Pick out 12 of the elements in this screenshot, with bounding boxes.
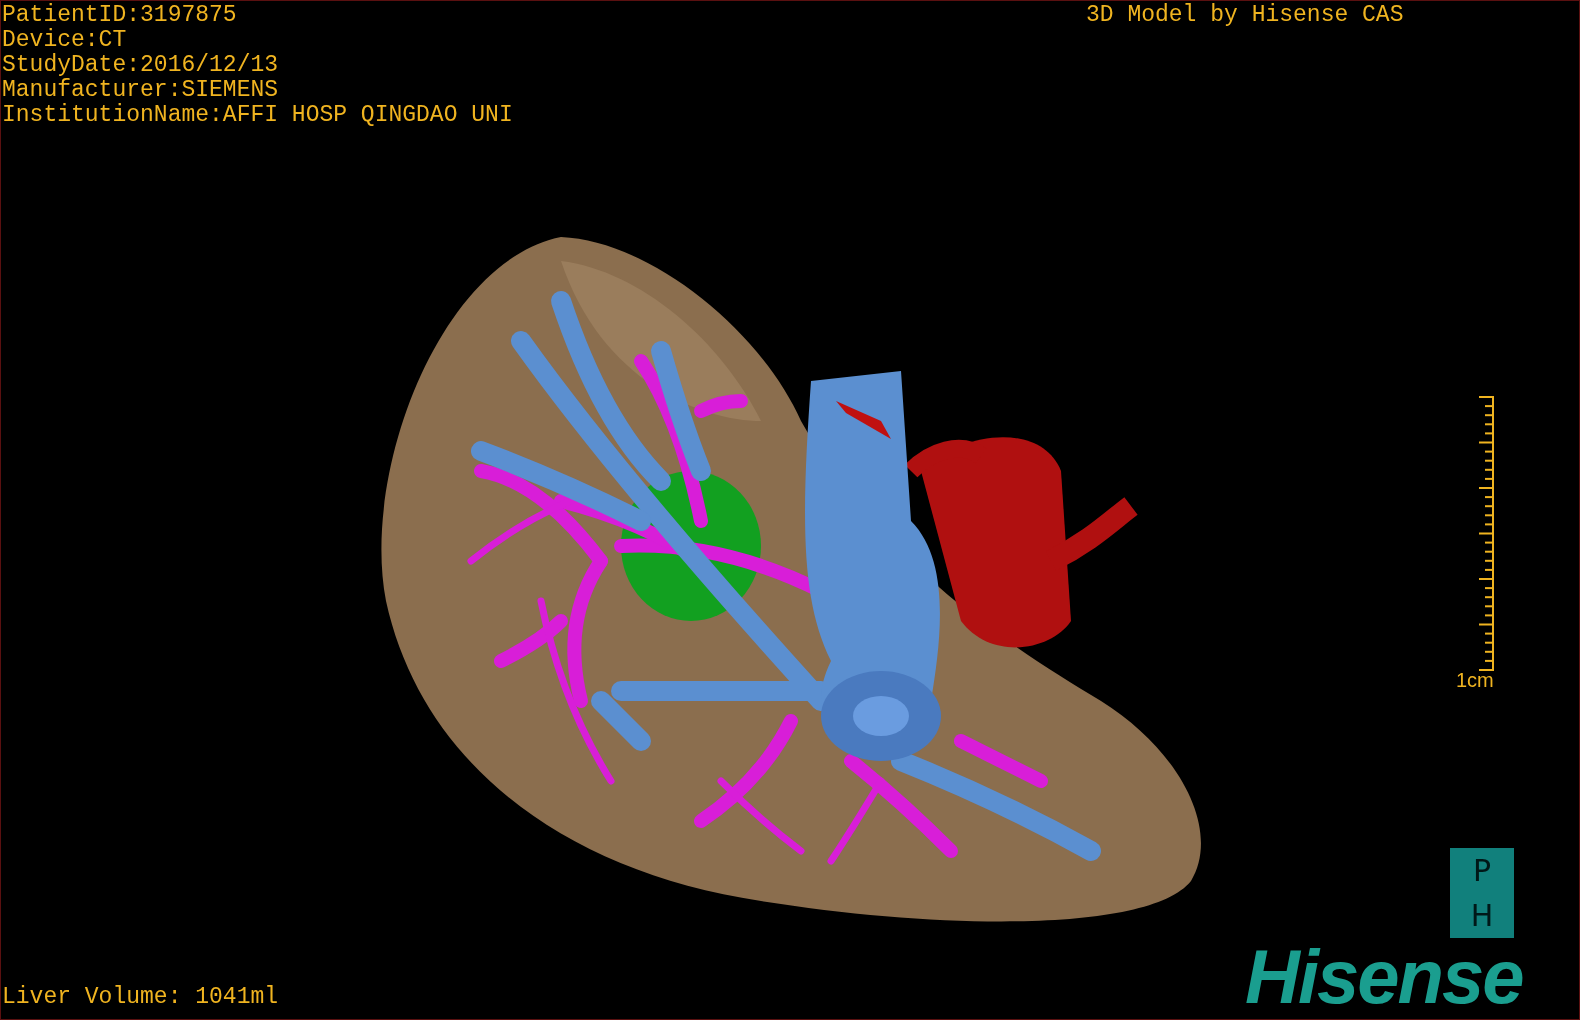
viewer-title: 3D Model by Hisense CAS: [1086, 3, 1404, 28]
dicom-info-text: PatientID:3197875: [2, 3, 238, 28]
badge-letter: H: [1470, 897, 1494, 934]
badge-letter: P: [1472, 852, 1492, 889]
dicom-info-text: InstitutionName:AFFI HOSP QINGDAO UNI: [2, 103, 513, 128]
dicom-info-text: StudyDate:2016/12/13: [2, 53, 280, 78]
scale-label: 1cm: [1456, 669, 1494, 692]
dicom-info-text: Device:CT: [2, 28, 128, 53]
dicom-info-text: Manufacturer:SIEMENS: [2, 78, 280, 103]
liver-volume-text: Liver Volume: 1041ml: [2, 985, 279, 1010]
scale-ruler-icon: [1477, 395, 1495, 673]
brand-logo: Hisense: [1245, 933, 1523, 1019]
